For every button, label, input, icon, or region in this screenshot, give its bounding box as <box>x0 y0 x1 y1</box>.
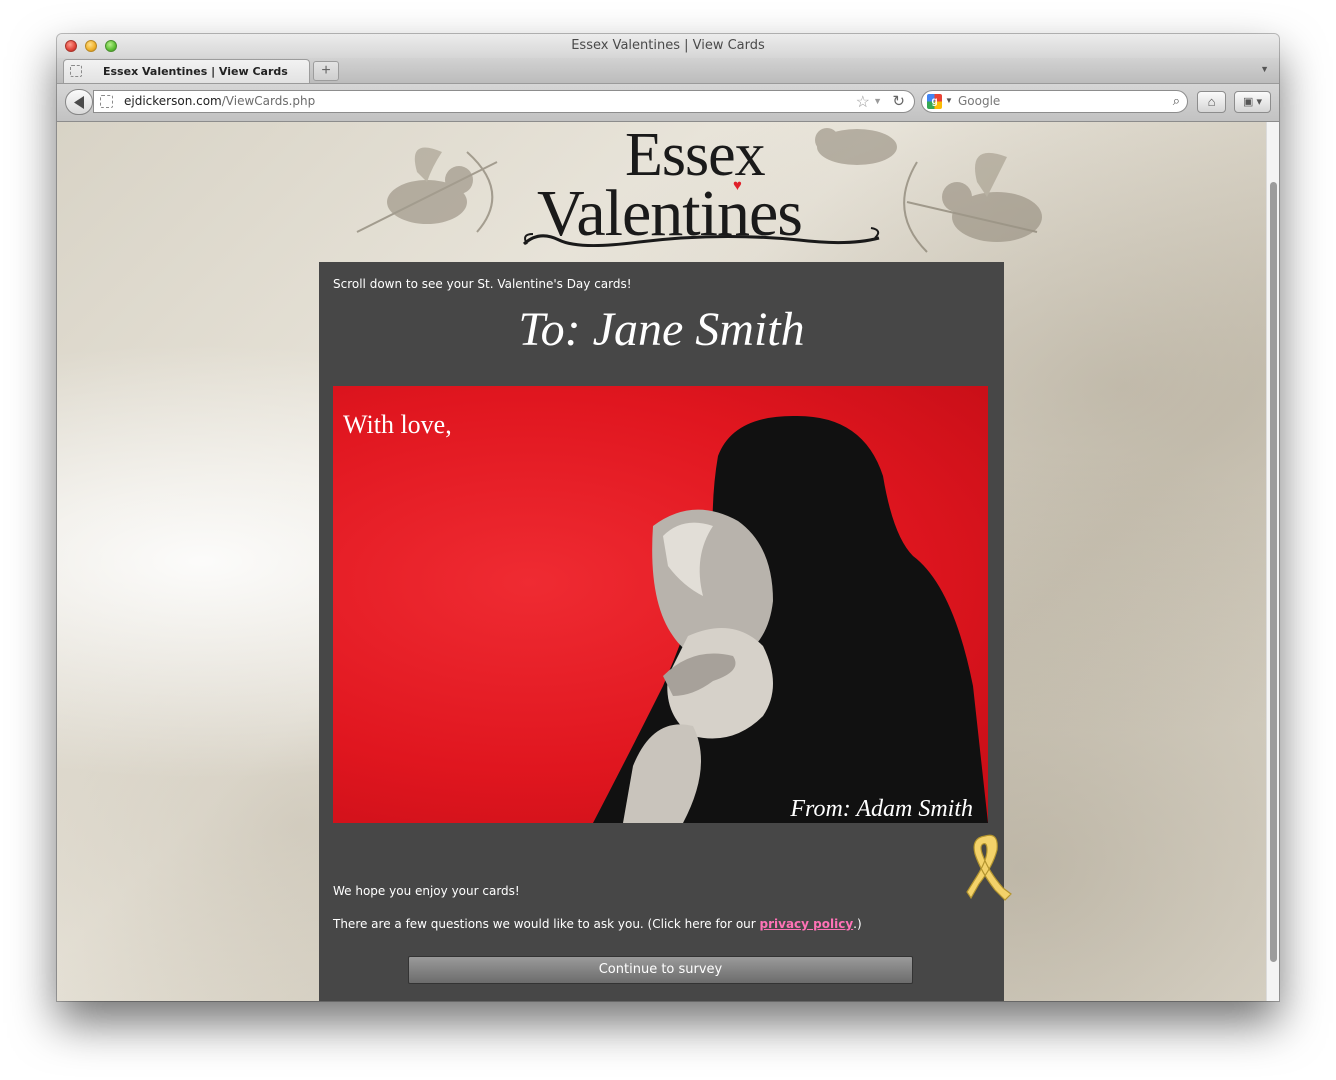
back-button[interactable] <box>65 89 93 115</box>
tab-label: Essex Valentines | View Cards <box>103 65 288 78</box>
url-path: /ViewCards.php <box>221 94 316 108</box>
continue-to-survey-button[interactable]: Continue to survey <box>408 956 913 984</box>
tab-bar: Essex Valentines | View Cards + ▼ <box>57 58 1279 84</box>
address-bar[interactable]: ejdickerson.com/ViewCards.php ☆ ▼ ↻ <box>93 90 915 113</box>
search-icon[interactable]: ⌕ <box>1173 93 1180 109</box>
tab-list-menu-icon[interactable]: ▼ <box>1260 64 1269 74</box>
url-text[interactable]: ejdickerson.com/ViewCards.php <box>124 94 315 108</box>
thanks-text: We hope you enjoy your cards! <box>333 884 520 898</box>
title-bar: Essex Valentines | View Cards <box>57 34 1279 58</box>
privacy-policy-link[interactable]: privacy policy <box>760 917 854 931</box>
logo-flourish <box>522 227 880 248</box>
card-sender: From: Adam Smith <box>790 796 973 822</box>
cherub-right-illustration <box>903 152 1042 253</box>
search-placeholder: Google <box>958 94 1001 108</box>
cards-panel: Scroll down to see your St. Valentine's … <box>319 262 1012 1001</box>
home-icon: ⌂ <box>1207 94 1216 109</box>
vertical-scrollbar[interactable] <box>1266 122 1279 1001</box>
url-domain: ejdickerson.com <box>124 94 222 108</box>
history-dropdown-icon[interactable]: ▼ <box>873 96 882 106</box>
tab-essex-valentines[interactable]: Essex Valentines | View Cards <box>63 59 310 83</box>
survey-intro-prefix: There are a few questions we would like … <box>333 917 760 931</box>
kissing-couple-illustration <box>593 415 988 823</box>
essex-valentines-logo[interactable]: Essex Valentines ♥ <box>517 122 887 257</box>
reload-icon[interactable]: ↻ <box>892 92 905 110</box>
scrollbar-thumb[interactable] <box>1270 182 1277 962</box>
page-viewport: Essex Valentines ♥ Scroll down to see yo… <box>57 122 1266 1001</box>
bookmarks-icon: ▣ ▾ <box>1243 96 1262 108</box>
heart-icon: ♥ <box>733 177 742 194</box>
survey-intro-suffix: .) <box>853 917 862 931</box>
yellow-ribbon-icon <box>966 834 1012 901</box>
window-title: Essex Valentines | View Cards <box>571 38 765 53</box>
back-arrow-icon <box>74 96 84 109</box>
page-favicon-icon <box>70 65 82 77</box>
site-identity-icon <box>100 95 113 108</box>
cherub-left-illustration <box>356 147 498 233</box>
valentine-card: With love, From: Adam Smith <box>333 386 988 823</box>
survey-intro-text: There are a few questions we would like … <box>333 917 862 931</box>
bookmarks-button[interactable]: ▣ ▾ <box>1234 91 1271 113</box>
home-button[interactable]: ⌂ <box>1197 91 1226 113</box>
google-icon[interactable]: g <box>927 94 942 109</box>
search-bar[interactable]: g ▼ Google ⌕ <box>921 90 1188 113</box>
recipient-heading: To: Jane Smith <box>518 303 805 356</box>
navigation-toolbar: ejdickerson.com/ViewCards.php ☆ ▼ ↻ g ▼ … <box>57 84 1279 122</box>
browser-window: Essex Valentines | View Cards Essex Vale… <box>57 34 1279 1001</box>
intro-text: Scroll down to see your St. Valentine's … <box>333 277 632 291</box>
bookmark-star-icon[interactable]: ☆ <box>856 92 870 112</box>
card-greeting: With love, <box>343 410 452 439</box>
search-engine-dropdown-icon[interactable]: ▼ <box>945 96 953 105</box>
new-tab-button[interactable]: + <box>313 61 339 81</box>
